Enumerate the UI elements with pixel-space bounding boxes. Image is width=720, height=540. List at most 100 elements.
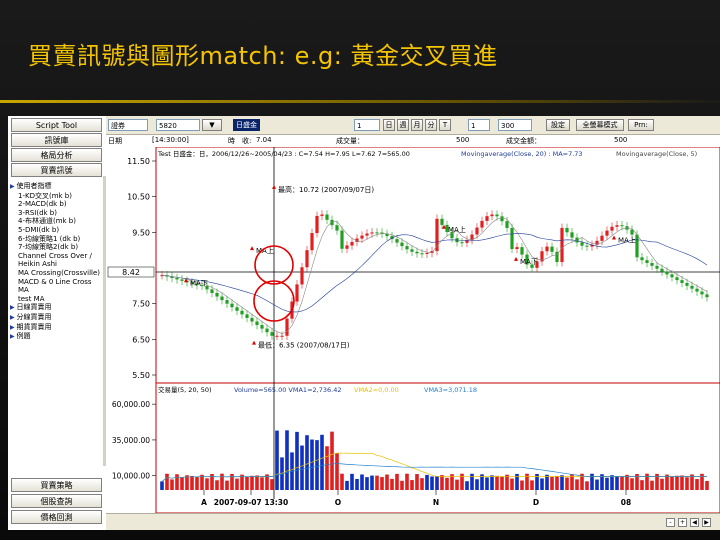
volume-bar <box>390 478 394 490</box>
volume-bar <box>575 479 579 490</box>
period-count-input[interactable]: 1 <box>354 119 380 131</box>
candle-body <box>705 294 709 298</box>
chart-area[interactable]: Test 日盛金：日，2006/12/26~2005/04/23 : C=7.5… <box>106 147 720 513</box>
candle-body <box>235 307 239 311</box>
volume-bar <box>685 477 689 490</box>
volume-bar <box>595 479 599 490</box>
day-button[interactable]: 日 <box>383 119 395 131</box>
indicator-list-item[interactable]: 分線買賣用 <box>10 313 102 323</box>
search-dropdown-button[interactable]: ▼ <box>202 119 222 131</box>
time-tick-label: 2007-09-07 13:30 <box>214 498 288 507</box>
tick-button[interactable]: T <box>439 119 451 131</box>
indicator-list-item[interactable]: 日線買賣用 <box>10 303 102 313</box>
candle-body <box>620 225 624 227</box>
zoom-out-button[interactable]: - <box>666 518 675 527</box>
volume-bar <box>585 481 589 490</box>
indicator-list-item[interactable]: MA Crossing(Crossville) <box>10 269 102 278</box>
volume-bar <box>315 440 319 490</box>
indicator-list-item[interactable]: 6-均線策略1 (dk b) <box>10 235 102 244</box>
market-select[interactable]: 證券 <box>108 119 148 131</box>
indicator-list-item[interactable]: 使用者指標 <box>10 182 102 192</box>
volume-bar <box>375 475 379 490</box>
volume-bar <box>360 474 364 490</box>
pattern-analysis-button[interactable]: 格局分析 <box>11 148 102 162</box>
indicator-list-item[interactable]: 2-MACD(dk b) <box>10 200 102 209</box>
volume-bar <box>185 475 189 490</box>
indicator-list-item[interactable]: 期貨買賣用 <box>10 323 102 333</box>
indicator-list-item[interactable]: 5-DMI(dk b) <box>10 226 102 235</box>
scroll-left-button[interactable]: ◀ <box>690 518 699 527</box>
volume-bar <box>215 480 219 490</box>
week-button[interactable]: 週 <box>397 119 409 131</box>
time-tick-label: O <box>335 498 341 507</box>
volume-bars <box>160 430 709 490</box>
stock-code-input[interactable]: 5820 <box>156 119 200 131</box>
annotation-label: 最高：10.72 (2007/09/07日) <box>278 185 374 194</box>
candle-body <box>230 303 234 308</box>
full-screen-button[interactable]: 全螢幕模式 <box>576 119 624 131</box>
candle-body <box>250 317 254 322</box>
stock-query-button[interactable]: 個股查詢 <box>11 494 102 508</box>
count2-input[interactable]: 300 <box>498 119 532 131</box>
script-tool-button[interactable]: Script Tool <box>11 118 102 132</box>
search-icon: ▼ <box>209 121 215 129</box>
indicator-list-item[interactable]: Channel Cross Over / <box>10 252 102 261</box>
minute-button[interactable]: 分 <box>425 119 437 131</box>
price-label: 收: <box>242 137 252 145</box>
candle-body <box>315 215 319 234</box>
volume-bar <box>300 445 304 490</box>
volume-bar <box>485 477 489 490</box>
signal-library-button[interactable]: 訊號庫 <box>11 133 102 147</box>
volume-bar <box>285 430 289 490</box>
candle-body <box>410 249 414 252</box>
candle-body <box>310 233 314 251</box>
volume-bar <box>640 480 644 490</box>
volume-bar <box>410 480 414 490</box>
indicator-list-item[interactable]: MACD & 0 Line Cross <box>10 278 102 287</box>
volume-bar <box>415 474 419 490</box>
signal-arrow <box>514 256 518 261</box>
indicator-list-item[interactable]: 7-均線策略2(dk b) <box>10 243 102 252</box>
time-axis: A 2007-09-07 13:30 O N D 08 <box>201 490 631 507</box>
indicator-list-item[interactable]: Heikin Ashi <box>10 260 102 269</box>
price-chart[interactable]: Test 日盛金：日，2006/12/26~2005/04/23 : C=7.5… <box>106 147 720 513</box>
volume-bar <box>505 474 509 490</box>
volume-bar <box>220 473 224 490</box>
trade-strategy-button[interactable]: 買賣策略 <box>11 478 102 492</box>
scroll-right-button[interactable]: ▶ <box>702 518 711 527</box>
print-button[interactable]: Prn: <box>628 119 654 131</box>
candle-body <box>180 279 184 281</box>
volume-legend-d: VMA3=3,071.18 <box>424 386 477 394</box>
indicator-list-item[interactable]: MA <box>10 286 102 295</box>
volume-bar <box>380 477 384 490</box>
candle-body <box>320 214 324 216</box>
left-panel: Script Tool 訊號庫 格局分析 買賣訊號 使用者指標1-KD交叉(mk… <box>8 116 107 530</box>
candle-body <box>600 235 604 241</box>
candle-body <box>550 246 554 252</box>
bottom-scrollbar[interactable]: - + ◀ ▶ <box>106 513 720 530</box>
price-tick-label: 9.50 <box>132 228 150 237</box>
backtest-button[interactable]: 價格回測 <box>11 510 102 524</box>
volume-bar <box>620 476 624 490</box>
month-button[interactable]: 月 <box>411 119 423 131</box>
annotation-label: MA下 <box>520 258 538 266</box>
candle-body <box>285 318 289 336</box>
candle-body <box>645 260 649 264</box>
indicator-list-item[interactable]: 4-布林通道(mk b) <box>10 217 102 226</box>
indicator-list-item[interactable]: 1-KD交叉(mk b) <box>10 192 102 201</box>
volume-bar <box>305 435 309 490</box>
indicator-list-item[interactable]: 例題 <box>10 332 102 342</box>
settings-button[interactable]: 設定 <box>546 119 570 131</box>
volume-bar <box>670 476 674 490</box>
count1-input[interactable]: 1 <box>468 119 490 131</box>
volume-bar <box>540 478 544 490</box>
candle-body <box>475 227 479 235</box>
candle-body <box>615 225 619 227</box>
zoom-in-button[interactable]: + <box>678 518 687 527</box>
candle-body <box>440 218 444 225</box>
volume-bar <box>365 477 369 490</box>
volume-bar <box>395 473 399 490</box>
trade-signal-button[interactable]: 買賣訊號 <box>11 163 102 177</box>
candle-body <box>505 221 509 228</box>
price-tick-label: 7.50 <box>132 300 150 309</box>
